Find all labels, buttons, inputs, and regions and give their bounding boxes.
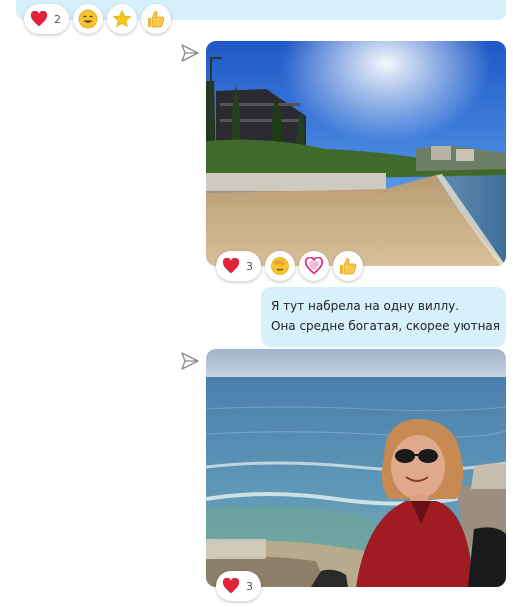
sent-status-icon bbox=[181, 352, 199, 370]
reaction-heart[interactable]: 2 bbox=[24, 4, 69, 34]
sent-status-icon bbox=[181, 44, 199, 62]
reaction-heart-outline[interactable] bbox=[299, 251, 329, 281]
heart-icon bbox=[222, 258, 240, 274]
star-icon bbox=[112, 9, 132, 28]
photo-beach-villa[interactable] bbox=[206, 41, 506, 266]
reaction-facepalm[interactable] bbox=[265, 251, 295, 281]
photo-woman-by-sea[interactable] bbox=[206, 349, 506, 587]
reaction-thumbs-up[interactable] bbox=[333, 251, 363, 281]
reaction-star[interactable] bbox=[107, 4, 137, 34]
facepalm-emoji-icon bbox=[271, 257, 289, 275]
reactions-bar-photo2: 3 bbox=[216, 571, 261, 601]
reaction-count: 3 bbox=[246, 579, 253, 593]
reaction-heart[interactable]: 3 bbox=[216, 251, 261, 281]
heart-icon bbox=[30, 11, 48, 27]
heart-icon bbox=[222, 578, 240, 594]
reaction-count: 2 bbox=[54, 12, 61, 26]
smiley-icon bbox=[78, 9, 98, 29]
reactions-bar-top: 2 bbox=[24, 4, 171, 34]
message-line-2: Она средне богатая, скорее уютная bbox=[271, 319, 500, 333]
reaction-thumbs-up[interactable] bbox=[141, 4, 171, 34]
thumbs-up-icon bbox=[340, 258, 357, 275]
heart-outline-icon bbox=[304, 257, 324, 275]
reaction-heart[interactable]: 3 bbox=[216, 571, 261, 601]
message-bubble[interactable]: Я тут набрела на одну виллу. Она средне … bbox=[261, 287, 506, 347]
reaction-smiley[interactable] bbox=[73, 4, 103, 34]
thumbs-up-icon bbox=[148, 11, 165, 28]
message-line-1: Я тут набрела на одну виллу. bbox=[271, 299, 460, 313]
reactions-bar-photo1: 3 bbox=[216, 251, 363, 281]
reaction-count: 3 bbox=[246, 259, 253, 273]
